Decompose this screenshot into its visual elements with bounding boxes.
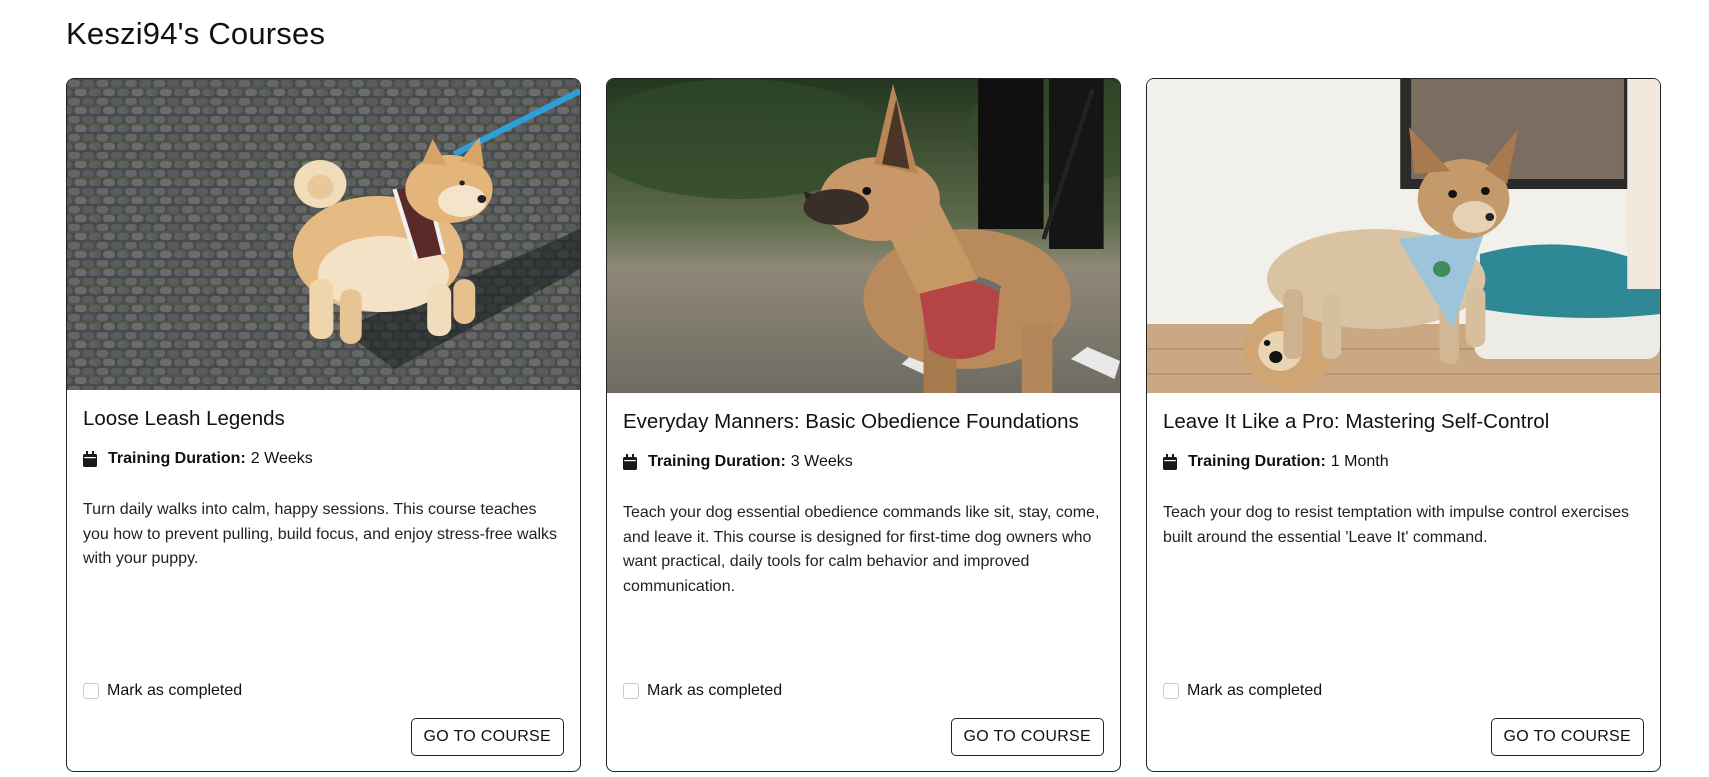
course-description: Teach your dog essential obedience comma… — [623, 504, 1100, 595]
course-title[interactable]: Everyday Manners: Basic Obedience Founda… — [623, 408, 1104, 436]
completed-checkbox[interactable] — [623, 683, 639, 699]
course-card-body: Loose Leash Legends Training Duration: 2… — [67, 390, 580, 771]
duration-label: Training Duration: — [1188, 453, 1326, 470]
go-to-course-button[interactable]: GO TO COURSE — [950, 718, 1104, 756]
button-row: GO TO COURSE — [1163, 718, 1644, 756]
course-description: Turn daily walks into calm, happy sessio… — [83, 501, 558, 567]
course-card: Loose Leash Legends Training Duration: 2… — [66, 78, 581, 772]
course-description: Teach your dog to resist temptation with… — [1163, 504, 1629, 546]
duration-label: Training Duration: — [648, 453, 786, 470]
mark-completed[interactable]: Mark as completed — [623, 682, 1104, 700]
course-card: Leave It Like a Pro: Mastering Self-Cont… — [1146, 78, 1661, 772]
calendar-icon — [1163, 454, 1177, 470]
shepherd-photo — [607, 79, 1120, 393]
training-duration: Training Duration: 1 Month — [1163, 453, 1644, 471]
duration-value: 2 Weeks — [250, 450, 313, 467]
mark-completed[interactable]: Mark as completed — [1163, 682, 1644, 700]
calendar-icon — [623, 454, 637, 470]
course-image[interactable] — [607, 79, 1120, 393]
courses-page: Keszi94's Courses Loose Leash Legends Tr… — [0, 0, 1709, 772]
course-title[interactable]: Loose Leash Legends — [83, 405, 564, 433]
page-title: Keszi94's Courses — [66, 16, 326, 51]
completed-checkbox[interactable] — [83, 683, 99, 699]
course-image[interactable] — [67, 79, 580, 390]
completed-label: Mark as completed — [107, 682, 243, 699]
small-dog-photo — [1147, 79, 1660, 393]
training-duration: Training Duration: 3 Weeks — [623, 453, 1104, 471]
calendar-icon — [83, 451, 97, 467]
training-duration: Training Duration: 2 Weeks — [83, 450, 564, 468]
completed-label: Mark as completed — [1187, 682, 1323, 699]
button-row: GO TO COURSE — [623, 718, 1104, 756]
course-card: Everyday Manners: Basic Obedience Founda… — [606, 78, 1121, 772]
course-title[interactable]: Leave It Like a Pro: Mastering Self-Cont… — [1163, 408, 1644, 436]
duration-value: 3 Weeks — [790, 453, 853, 470]
go-to-course-button[interactable]: GO TO COURSE — [410, 718, 564, 756]
course-grid: Loose Leash Legends Training Duration: 2… — [66, 78, 1661, 772]
duration-label: Training Duration: — [108, 450, 246, 467]
course-card-body: Leave It Like a Pro: Mastering Self-Cont… — [1147, 393, 1660, 771]
course-card-body: Everyday Manners: Basic Obedience Founda… — [607, 393, 1120, 771]
completed-label: Mark as completed — [647, 682, 783, 699]
button-row: GO TO COURSE — [83, 718, 564, 756]
mark-completed[interactable]: Mark as completed — [83, 682, 564, 700]
duration-value: 1 Month — [1330, 453, 1389, 470]
completed-checkbox[interactable] — [1163, 683, 1179, 699]
puppy-photo — [67, 79, 580, 390]
course-image[interactable] — [1147, 79, 1660, 393]
go-to-course-button[interactable]: GO TO COURSE — [1490, 718, 1644, 756]
